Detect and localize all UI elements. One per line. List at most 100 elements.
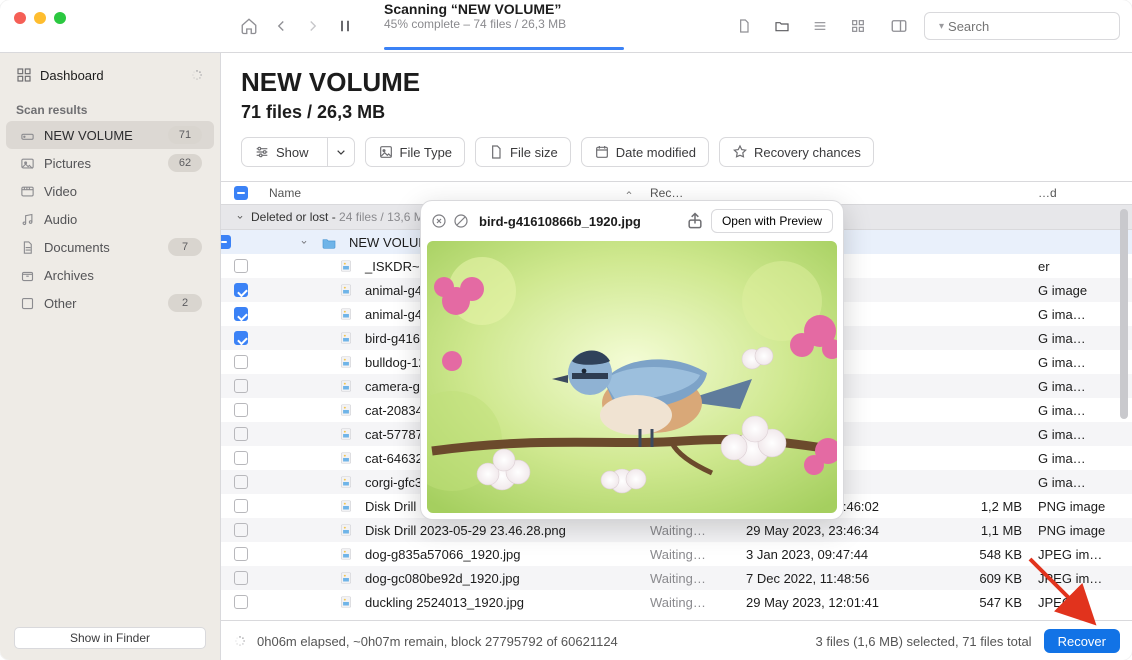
view-list-icon[interactable] xyxy=(808,18,832,34)
calendar-icon xyxy=(594,144,610,160)
pause-scan-button[interactable] xyxy=(334,15,356,37)
cell-kind: G ima… xyxy=(1030,451,1116,466)
cell-size: 1,2 MB xyxy=(958,499,1030,514)
row-checkbox[interactable] xyxy=(221,595,261,609)
image-file-icon xyxy=(339,427,353,441)
sidebar-badge: 7 xyxy=(168,238,202,256)
sidebar-item-new-volume[interactable]: NEW VOLUME71 xyxy=(6,121,214,149)
sidebar-item-label: NEW VOLUME xyxy=(44,128,168,143)
open-with-preview-button[interactable]: Open with Preview xyxy=(711,209,833,233)
other-icon xyxy=(18,296,36,311)
vertical-scrollbar[interactable] xyxy=(1120,205,1130,620)
image-file-icon xyxy=(339,499,353,513)
cell-kind: PNG image xyxy=(1030,523,1116,538)
view-grid-icon[interactable] xyxy=(846,18,870,34)
row-checkbox[interactable] xyxy=(221,427,261,441)
filter-file-type[interactable]: File Type xyxy=(365,137,466,167)
image-file-icon xyxy=(339,523,353,537)
view-folder-icon[interactable] xyxy=(770,18,794,34)
select-all-checkbox[interactable] xyxy=(221,186,261,200)
image-file-icon xyxy=(339,571,353,585)
star-icon xyxy=(732,144,748,160)
file-name: duckling 2524013_1920.jpg xyxy=(365,595,524,610)
filter-date-label: Date modified xyxy=(616,145,696,160)
search-input[interactable] xyxy=(946,18,1126,35)
sidebar-item-archives[interactable]: Archives xyxy=(6,261,214,289)
titlebar: Scanning “NEW VOLUME” 45% complete – 74 … xyxy=(0,0,1132,53)
row-checkbox[interactable] xyxy=(221,259,261,273)
sidebar-item-video[interactable]: Video xyxy=(6,177,214,205)
view-doc-icon[interactable] xyxy=(732,18,756,34)
filter-show-label: Show xyxy=(276,145,309,160)
sidebar-item-pictures[interactable]: Pictures62 xyxy=(6,149,214,177)
row-checkbox[interactable] xyxy=(221,475,261,489)
sidebar-item-label: Documents xyxy=(44,240,168,255)
nav-forward-button[interactable] xyxy=(302,15,324,37)
row-checkbox[interactable] xyxy=(221,283,261,297)
title-block: Scanning “NEW VOLUME” 45% complete – 74 … xyxy=(384,2,624,50)
nav-back-button[interactable] xyxy=(270,15,292,37)
filter-file-size[interactable]: File size xyxy=(475,137,571,167)
row-checkbox[interactable] xyxy=(221,523,261,537)
chevron-down-icon[interactable] xyxy=(327,138,354,166)
table-row[interactable]: dog-gc080be92d_1920.jpgWaiting…7 Dec 202… xyxy=(221,566,1132,590)
filters: Show File Type File size Date modified xyxy=(221,131,1132,181)
search-field[interactable]: ▾ xyxy=(924,12,1120,40)
column-name[interactable]: Name xyxy=(261,186,642,200)
table-row[interactable]: Disk Drill 2023-05-29 23.46.28.png Waitin… xyxy=(221,518,1132,542)
toolbar: Scanning “NEW VOLUME” 45% complete – 74 … xyxy=(238,0,624,52)
footer-selection: 3 files (1,6 MB) selected, 71 files tota… xyxy=(816,634,1032,649)
image-file-icon xyxy=(339,475,353,489)
column-kind[interactable]: …d xyxy=(1030,186,1116,200)
cell-kind: JPEG ima… xyxy=(1030,547,1116,562)
cell-kind: G ima… xyxy=(1030,307,1116,322)
cell-size: 548 KB xyxy=(958,547,1030,562)
sidebar-badge: 71 xyxy=(168,126,202,144)
column-recovery[interactable]: Rec… xyxy=(642,186,738,200)
home-icon[interactable] xyxy=(238,15,260,37)
cell-kind: G ima… xyxy=(1030,475,1116,490)
cell-kind: JPEG ima… xyxy=(1030,571,1116,586)
sidebar-item-audio[interactable]: Audio xyxy=(6,205,214,233)
filter-recovery-chances[interactable]: Recovery chances xyxy=(719,137,874,167)
filter-date-modified[interactable]: Date modified xyxy=(581,137,709,167)
popover-noentry-icon xyxy=(453,213,469,229)
sidebar-item-documents[interactable]: Documents7 xyxy=(6,233,214,261)
recover-button[interactable]: Recover xyxy=(1044,629,1120,653)
row-checkbox[interactable] xyxy=(221,451,261,465)
scrollbar-thumb[interactable] xyxy=(1120,209,1128,419)
panel-toggle-icon[interactable] xyxy=(888,15,910,37)
row-checkbox[interactable] xyxy=(221,331,261,345)
share-icon[interactable] xyxy=(685,211,705,231)
cell-date: 29 May 2023, 12:01:41 xyxy=(738,595,958,610)
row-checkbox[interactable] xyxy=(221,355,261,369)
show-in-finder-button[interactable]: Show in Finder xyxy=(14,627,206,649)
zoom-window-button[interactable] xyxy=(54,12,66,24)
filter-show[interactable]: Show xyxy=(241,137,355,167)
file-name: Disk Drill 2023-05-29 23.46.28.png xyxy=(365,523,566,538)
sidebar-spinner-icon xyxy=(190,68,204,82)
footer-spinner-icon xyxy=(233,634,247,648)
sidebar-dashboard[interactable]: Dashboard xyxy=(0,53,220,97)
cell-recovery: Waiting… xyxy=(642,523,738,538)
close-window-button[interactable] xyxy=(14,12,26,24)
row-checkbox[interactable] xyxy=(221,571,261,585)
row-checkbox[interactable] xyxy=(221,307,261,321)
popover-close-icon[interactable] xyxy=(431,213,447,229)
sidebar-item-other[interactable]: Other2 xyxy=(6,289,214,317)
image-file-icon xyxy=(339,595,353,609)
table-row[interactable]: duckling 2524013_1920.jpgWaiting…29 May … xyxy=(221,590,1132,614)
row-checkbox[interactable] xyxy=(221,547,261,561)
scan-title: Scanning “NEW VOLUME” xyxy=(384,2,624,17)
video-icon xyxy=(18,184,36,199)
cell-kind: G ima… xyxy=(1030,379,1116,394)
row-checkbox[interactable] xyxy=(221,499,261,513)
disclosure-icon[interactable] xyxy=(299,237,309,247)
row-checkbox[interactable] xyxy=(221,235,261,249)
sidebar-badge: 62 xyxy=(168,154,202,172)
row-checkbox[interactable] xyxy=(221,403,261,417)
image-file-icon xyxy=(339,451,353,465)
table-row[interactable]: dog-g835a57066_1920.jpgWaiting…3 Jan 202… xyxy=(221,542,1132,566)
minimize-window-button[interactable] xyxy=(34,12,46,24)
row-checkbox[interactable] xyxy=(221,379,261,393)
